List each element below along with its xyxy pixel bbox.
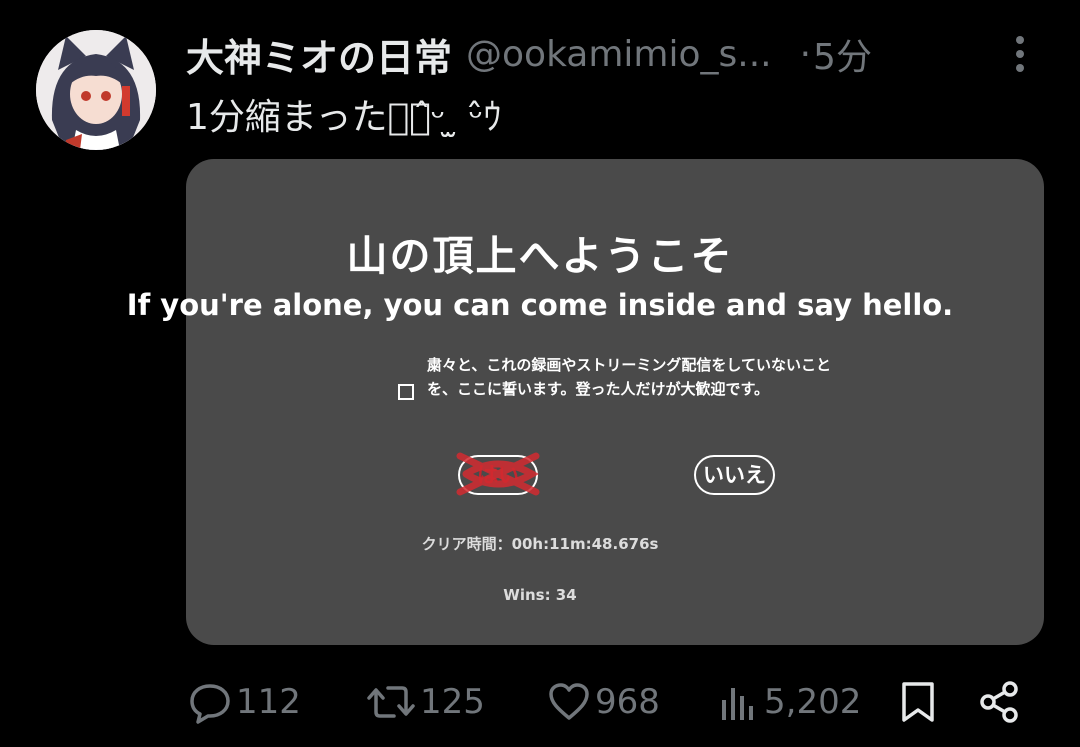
game-subtitle: If you're alone, you can come inside and…: [126, 288, 954, 322]
avatar-image: [36, 30, 156, 150]
retweet-button[interactable]: 125: [366, 680, 485, 724]
like-count: 968: [595, 682, 660, 722]
pledge-text: 粛々と、これの録画やストリーミング配信をしていないことを、ここに誓います。登った…: [427, 356, 831, 398]
tweet-text: 1分縮まったﾋﾞ̂ᵕ ̫ ᵕ̂ｳ: [186, 97, 502, 138]
views-count: 5,202: [764, 682, 862, 722]
heart-icon: [549, 683, 589, 720]
tweet-header: 大神ミオの日常 @ookamimio_s... · 5分: [186, 26, 1046, 82]
yes-button[interactable]: はい: [458, 455, 538, 495]
bookmark-icon: [902, 682, 934, 722]
user-handle[interactable]: @ookamimio_s...: [466, 34, 772, 75]
separator-dot: ·: [799, 33, 812, 75]
wins-count: Wins: 34: [503, 586, 577, 604]
retweet-icon: [367, 686, 415, 718]
more-vertical-icon[interactable]: [1008, 32, 1032, 76]
like-button[interactable]: 968: [547, 680, 660, 724]
reply-icon: [190, 684, 230, 724]
retweet-count: 125: [420, 682, 485, 722]
reply-button[interactable]: 112: [188, 680, 301, 724]
reply-count: 112: [236, 682, 301, 722]
game-title: 山の頂上へようこそ: [346, 232, 734, 280]
bookmark-button[interactable]: [898, 680, 938, 724]
share-icon: [980, 681, 1018, 723]
views-button[interactable]: 5,202: [716, 680, 861, 724]
display-name[interactable]: 大神ミオの日常: [186, 27, 452, 82]
avatar[interactable]: [36, 30, 156, 150]
clear-time: クリア時間：00h:11m:48.676s: [421, 535, 659, 553]
no-button[interactable]: いいえ: [694, 455, 775, 495]
timestamp[interactable]: 5分: [813, 28, 872, 80]
pledge-checkbox[interactable]: [398, 384, 414, 400]
views-icon: [722, 688, 753, 720]
share-button[interactable]: [978, 680, 1022, 724]
